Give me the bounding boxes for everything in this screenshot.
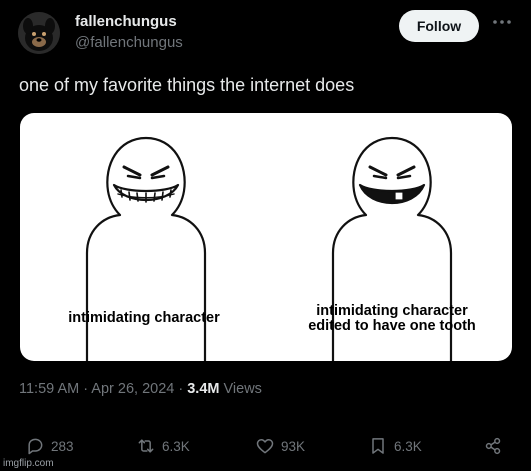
tweet-time[interactable]: 11:59 AM <box>19 381 79 397</box>
tweet-text: one of my favorite things the internet d… <box>19 75 355 95</box>
follow-button[interactable]: Follow <box>399 10 479 42</box>
share-icon <box>485 437 501 455</box>
views-count: 3.4M <box>187 381 220 397</box>
right-caption-line-2: edited to have one tooth <box>308 318 476 334</box>
left-character <box>85 136 207 361</box>
reply-count: 283 <box>51 438 74 454</box>
meta-separator: · <box>174 381 188 397</box>
like-button[interactable]: 93K <box>255 436 305 456</box>
repost-icon <box>138 439 154 453</box>
tweet-meta: 11:59 AM · Apr 26, 2024 · 3.4M Views <box>19 381 262 397</box>
display-name[interactable]: fallenchungus <box>75 13 177 30</box>
repost-button[interactable]: 6.3K <box>136 436 190 456</box>
user-handle[interactable]: @fallenchungus <box>75 34 183 51</box>
bookmark-icon <box>372 438 384 454</box>
ellipsis-icon <box>493 20 511 24</box>
views-label: Views <box>223 381 262 397</box>
watermark: imgflip.com <box>3 458 54 469</box>
share-button[interactable] <box>483 436 503 456</box>
dog-avatar-icon <box>18 12 60 54</box>
repost-count: 6.3K <box>162 438 190 454</box>
tweet-media[interactable]: intimidating character intimidating char… <box>20 113 512 361</box>
tweet-date[interactable]: Apr 26, 2024 <box>91 381 174 397</box>
like-count: 93K <box>281 438 306 454</box>
left-panel-caption: intimidating character <box>68 310 220 326</box>
more-options-button[interactable] <box>490 16 514 32</box>
right-panel-caption: intimidating character edited to have on… <box>282 304 502 334</box>
reply-button[interactable]: 283 <box>25 436 74 456</box>
bookmark-count: 6.3K <box>394 438 422 454</box>
right-caption-line-1: intimidating character <box>316 303 468 319</box>
meta-separator: · <box>79 381 92 397</box>
reply-icon <box>28 438 43 455</box>
heart-icon <box>256 439 274 454</box>
bookmark-button[interactable]: 6.3K <box>368 436 422 456</box>
avatar[interactable] <box>18 12 60 54</box>
